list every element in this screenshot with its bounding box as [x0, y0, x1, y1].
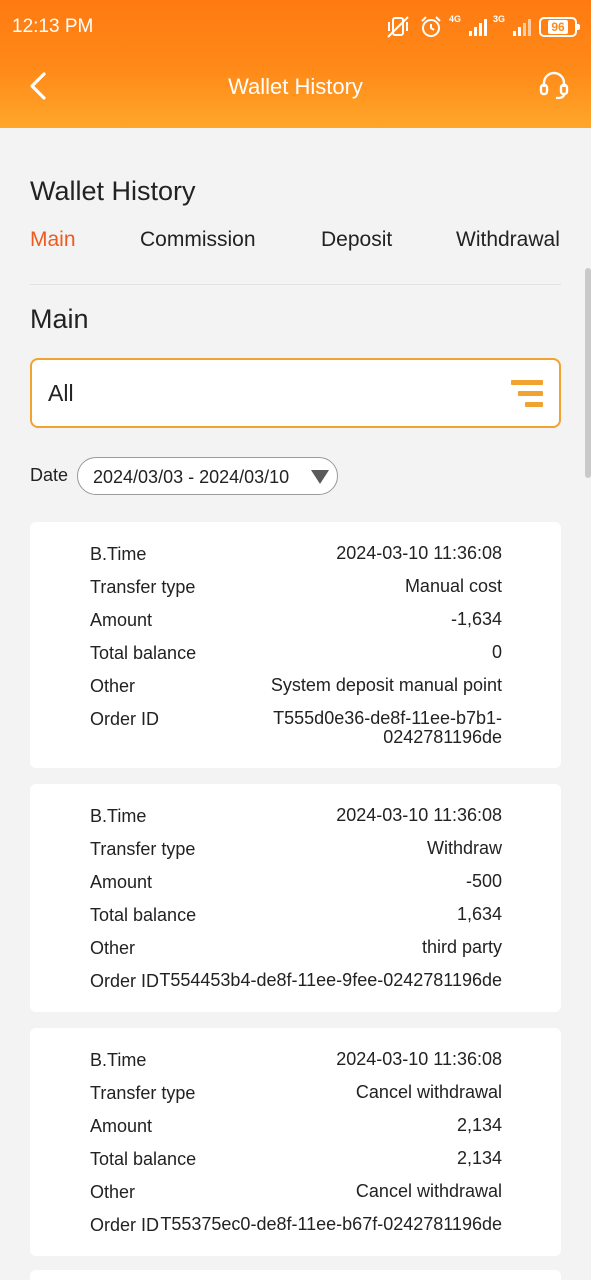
- other-value: System deposit manual point: [270, 675, 502, 695]
- transaction-card: [30, 1270, 561, 1280]
- alarm-icon: [421, 16, 441, 37]
- status-time: 12:13 PM: [12, 16, 94, 37]
- total-balance-label: Total balance: [90, 1149, 197, 1169]
- tab-main[interactable]: Main: [30, 228, 76, 252]
- section-title: Main: [30, 304, 89, 334]
- transfer-type-value: Withdraw: [426, 838, 502, 858]
- wallet-tabs: Main Commission Deposit Withdrawal: [30, 228, 561, 256]
- other-value: Cancel withdrawal: [355, 1181, 502, 1201]
- btime-label: B.Time: [90, 806, 147, 826]
- order-id-line-2: 0242781196de: [383, 727, 502, 747]
- order-id-label: Order ID: [90, 1215, 160, 1235]
- signal-4g-icon: 4G: [449, 14, 487, 36]
- btime-value: 2024-03-10 11:36:08: [336, 1049, 502, 1069]
- other-value: third party: [421, 937, 502, 957]
- other-label: Other: [90, 676, 136, 696]
- tab-withdrawal[interactable]: Withdrawal: [456, 228, 560, 252]
- filter-lines-icon: [511, 380, 543, 408]
- header-title: Wallet History: [228, 74, 363, 99]
- status-icons: 4G 3G 96: [385, 14, 580, 40]
- page-title: Wallet History: [30, 176, 196, 206]
- transaction-card: B.Time 2024-03-10 11:36:08 Transfer type…: [30, 784, 561, 1012]
- btime-value: 2024-03-10 11:36:08: [336, 543, 502, 563]
- transfer-type-label: Transfer type: [90, 1083, 196, 1103]
- type-filter-select[interactable]: All: [30, 358, 561, 428]
- total-balance-value: 1,634: [456, 904, 502, 924]
- transfer-type-value: Manual cost: [404, 576, 502, 596]
- date-range-select[interactable]: 2024/03/03 - 2024/03/10: [77, 457, 338, 495]
- order-id-label: Order ID: [90, 971, 160, 991]
- headset-icon[interactable]: [537, 68, 571, 102]
- transaction-card: B.Time 2024-03-10 11:36:08 Transfer type…: [30, 1028, 561, 1256]
- battery-level: 96: [548, 20, 568, 34]
- other-label: Other: [90, 1182, 136, 1202]
- order-id-label: Order ID: [90, 709, 160, 729]
- scrollbar[interactable]: [585, 268, 591, 478]
- order-id-value: T554453b4-de8f-11ee-9fee-0242781196de: [159, 970, 502, 990]
- app-bar: 12:13 PM 4G 3G 96 Wallet History: [0, 0, 591, 128]
- transfer-type-value: Cancel withdrawal: [355, 1082, 502, 1102]
- amount-value: -1,634: [450, 609, 502, 629]
- other-label: Other: [90, 938, 136, 958]
- filter-value: All: [48, 380, 74, 406]
- transaction-card: B.Time 2024-03-10 11:36:08 Transfer type…: [30, 522, 561, 768]
- btime-value: 2024-03-10 11:36:08: [336, 805, 502, 825]
- order-id-line-1: T555d0e36-de8f-11ee-b7b1-: [273, 708, 502, 728]
- transfer-type-label: Transfer type: [90, 577, 196, 597]
- vibrate-off-icon: [387, 16, 409, 38]
- signal-3g-label: 3G: [493, 14, 506, 24]
- amount-label: Amount: [90, 1116, 153, 1136]
- btime-label: B.Time: [90, 1050, 147, 1070]
- amount-value: 2,134: [456, 1115, 502, 1135]
- total-balance-value: 2,134: [456, 1148, 502, 1168]
- signal-3g-icon: 3G: [493, 14, 531, 36]
- amount-label: Amount: [90, 610, 153, 630]
- date-label: Date: [30, 465, 69, 485]
- page-content: Wallet History Main Commission Deposit W…: [0, 128, 591, 1280]
- date-range-value: 2024/03/03 - 2024/03/10: [93, 467, 290, 487]
- signal-4g-label: 4G: [449, 14, 462, 24]
- order-id-value: T555d0e36-de8f-11ee-b7b1- 0242781196de: [273, 709, 502, 747]
- order-id-value: T55375ec0-de8f-11ee-b67f-0242781196de: [160, 1214, 502, 1234]
- caret-down-icon: [311, 470, 329, 484]
- status-bar: 12:13 PM 4G 3G 96: [0, 0, 591, 56]
- total-balance-label: Total balance: [90, 905, 197, 925]
- tab-deposit[interactable]: Deposit: [321, 228, 392, 252]
- total-balance-label: Total balance: [90, 643, 197, 663]
- tab-commission[interactable]: Commission: [140, 228, 256, 252]
- battery-icon: 96: [539, 17, 580, 37]
- amount-label: Amount: [90, 872, 153, 892]
- total-balance-value: 0: [491, 642, 502, 662]
- transfer-type-label: Transfer type: [90, 839, 196, 859]
- tabs-divider: [30, 284, 561, 285]
- btime-label: B.Time: [90, 544, 147, 564]
- amount-value: -500: [465, 871, 502, 891]
